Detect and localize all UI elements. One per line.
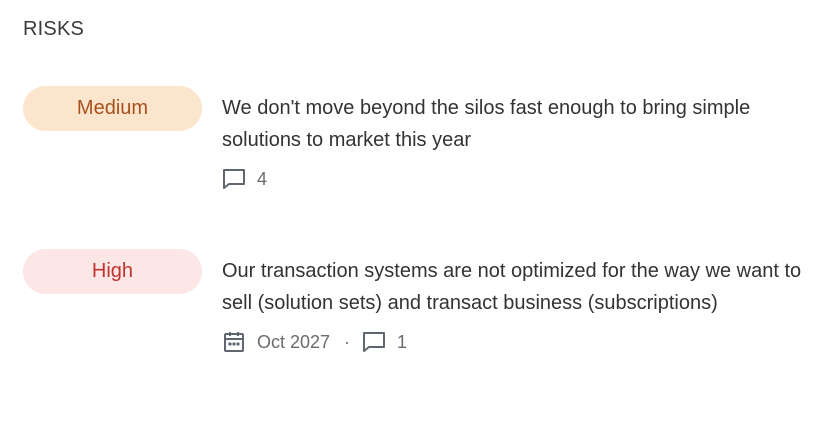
comment-count[interactable]: 4 <box>257 169 267 190</box>
risk-text[interactable]: We don't move beyond the silos fast enou… <box>222 92 812 156</box>
risk-content: Our transaction systems are not optimize… <box>222 255 812 357</box>
severity-badge-medium: Medium <box>23 86 202 131</box>
risk-meta: Oct 2027 · 1 <box>222 327 812 357</box>
comment-count[interactable]: 1 <box>397 332 407 353</box>
due-date[interactable]: Oct 2027 <box>257 332 330 353</box>
meta-separator: · <box>344 331 351 352</box>
severity-badge-high: High <box>23 249 202 294</box>
risk-content: We don't move beyond the silos fast enou… <box>222 92 812 194</box>
comment-icon[interactable] <box>222 167 246 191</box>
risk-meta: 4 <box>222 164 812 194</box>
section-title: RISKS <box>23 18 85 40</box>
comment-icon[interactable] <box>362 330 386 354</box>
calendar-icon <box>222 330 246 354</box>
risk-text[interactable]: Our transaction systems are not optimize… <box>222 255 812 319</box>
